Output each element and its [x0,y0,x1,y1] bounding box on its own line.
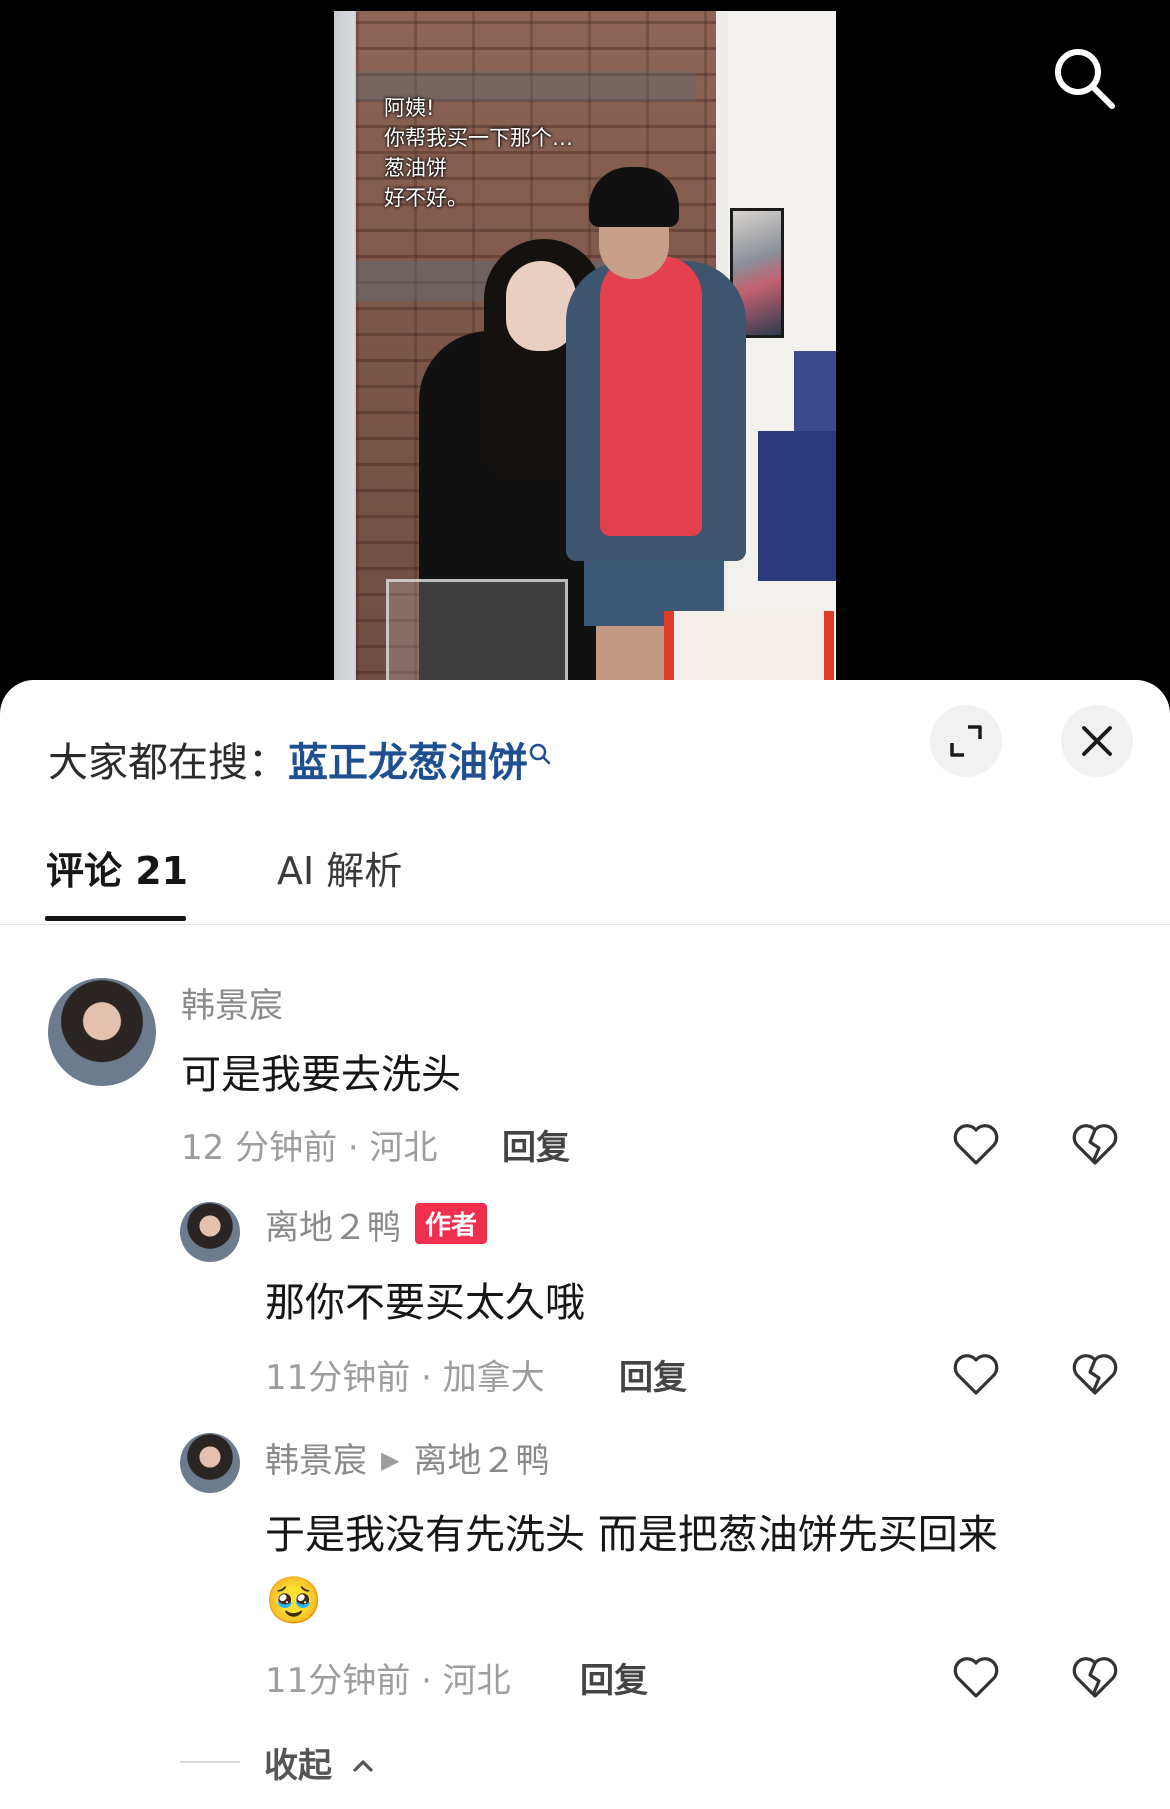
collapse-divider [180,1761,240,1763]
broken-heart-icon[interactable] [1069,1118,1121,1170]
crying-face-emoji: 🥹 [265,1573,323,1627]
chevron-up-icon [353,1760,373,1772]
trending-search[interactable]: 大家都在搜：蓝正龙葱油饼 [48,730,552,788]
broken-heart-icon[interactable] [1069,1651,1121,1703]
blue-shelf [794,351,836,431]
reply-button[interactable]: 回复 [580,1653,648,1702]
comment-meta: 11分钟前 · 河北 [265,1661,511,1701]
avatar[interactable] [180,1202,240,1262]
comment-username-row: 韩景宸 ▶ 离地２鸭 [265,1433,549,1482]
trending-search-term[interactable]: 蓝正龙葱油饼 [288,740,528,786]
comment-tabs: 评论 21 AI 解析 [0,830,1170,925]
expand-button[interactable] [930,705,1002,777]
comment-username[interactable]: 离地２鸭 [265,1208,401,1248]
comment-username[interactable]: 韩景宸 [181,978,283,1027]
avatar[interactable] [180,1433,240,1493]
search-icon[interactable] [1050,44,1118,112]
comment-text: 那你不要买太久哦 [265,1280,585,1326]
comment-text: 可是我要去洗头 [181,1052,461,1098]
reply-button[interactable]: 回复 [502,1120,570,1169]
avatar[interactable] [48,978,156,1086]
comment-text: 于是我没有先洗头 而是把葱油饼先买回来 [265,1512,998,1558]
broken-heart-icon[interactable] [1069,1348,1121,1400]
close-icon [1082,726,1112,756]
video-caption: 阿姨! 你帮我买一下那个… 葱油饼 好不好。 [384,96,573,210]
blue-cabinet [758,431,836,581]
comment-username[interactable]: 韩景宸 [265,1441,367,1481]
collapse-replies-button[interactable]: 收起 [264,1738,376,1787]
video-frame[interactable]: 阿姨! 你帮我买一下那个… 葱油饼 好不好。 [334,11,836,700]
search-icon [528,730,552,776]
trending-search-label: 大家都在搜： [48,740,288,786]
tab-comments[interactable]: 评论 21 [46,840,188,895]
reply-arrow-icon: ▶ [381,1446,400,1474]
active-tab-indicator [45,916,186,921]
comment-meta: 12 分钟前 · 河北 [181,1128,438,1168]
heart-icon[interactable] [950,1348,1002,1400]
collapse-label: 收起 [264,1746,332,1786]
expand-icon [950,725,982,757]
comment-sheet: 大家都在搜：蓝正龙葱油饼 评论 21 AI 解析 韩景宸 可是我要去洗头 12 … [0,680,1170,1809]
comment-username-row: 离地２鸭 作者 [265,1200,488,1249]
heart-icon[interactable] [950,1118,1002,1170]
heart-icon[interactable] [950,1651,1002,1703]
video-player[interactable]: 阿姨! 你帮我买一下那个… 葱油饼 好不好。 [0,0,1170,700]
author-badge: 作者 [415,1203,488,1244]
reply-to-username[interactable]: 离地２鸭 [413,1441,549,1481]
tab-ai-analysis[interactable]: AI 解析 [277,840,402,895]
reply-button[interactable]: 回复 [619,1350,687,1399]
man-hoodie [600,256,702,536]
close-button[interactable] [1061,705,1133,777]
comment-meta: 11分钟前 · 加拿大 [265,1358,545,1398]
